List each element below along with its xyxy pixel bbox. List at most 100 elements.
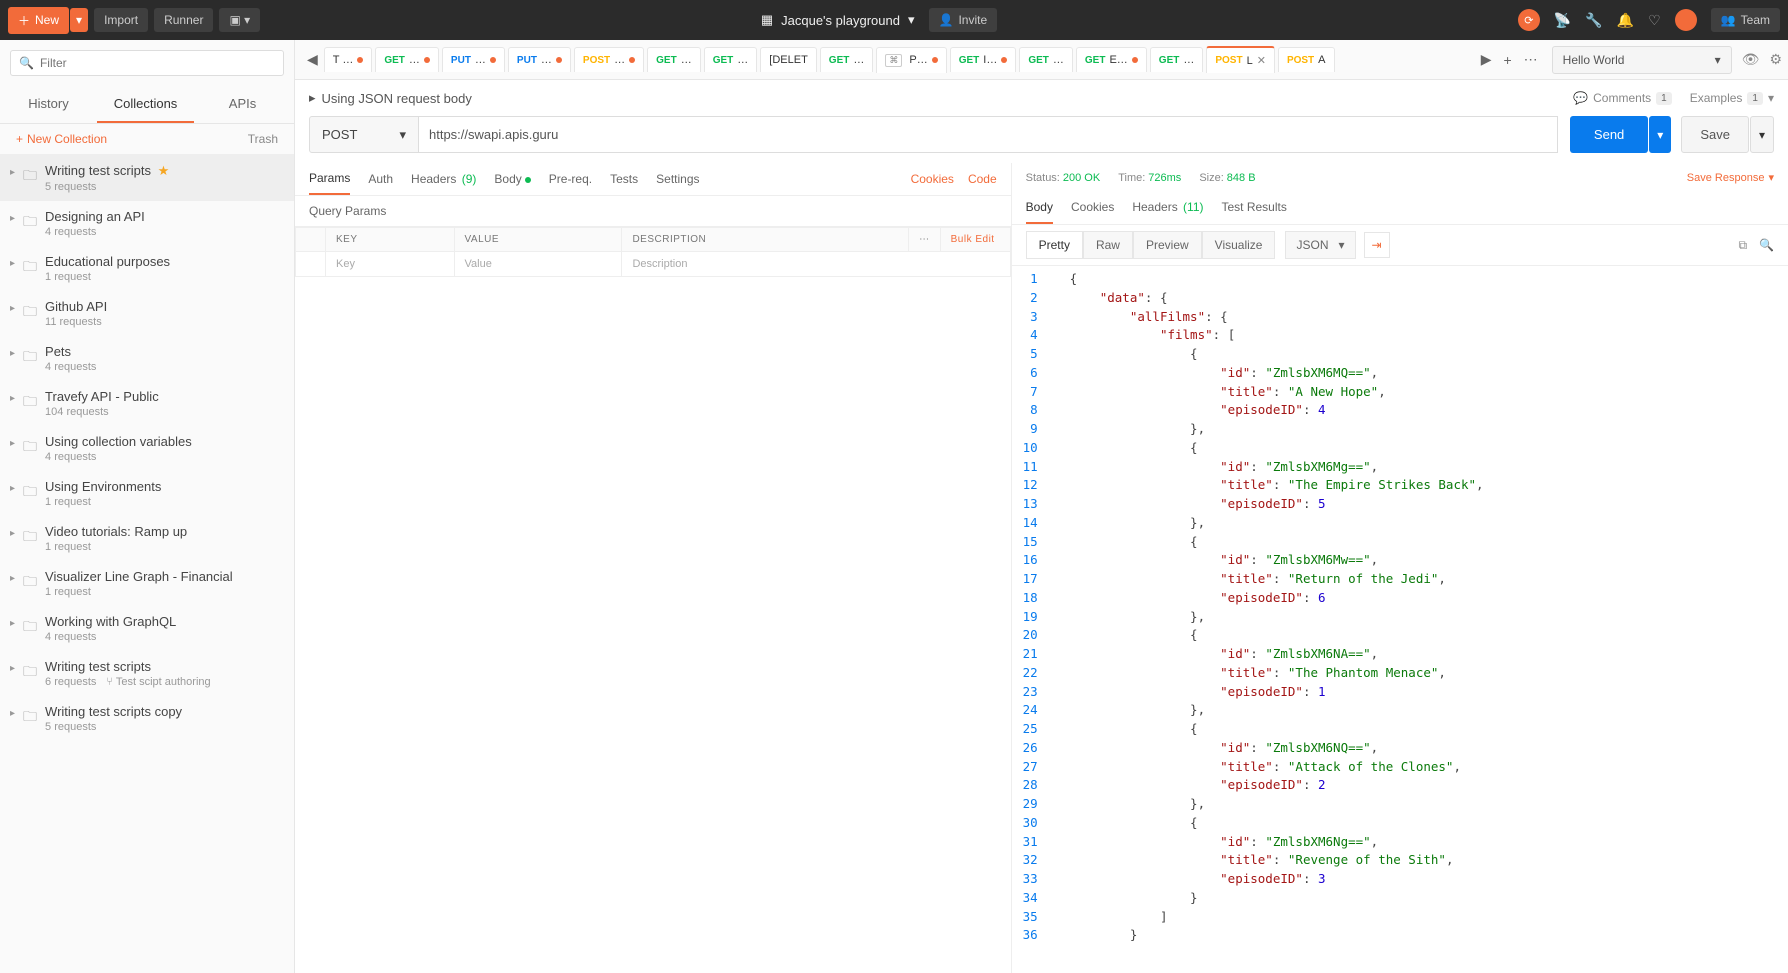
- response-body[interactable]: 1{2 "data": {3 "allFilms": {4 "films": […: [1012, 266, 1788, 973]
- rtab-settings[interactable]: Settings: [656, 164, 699, 194]
- param-value-input[interactable]: Value: [454, 252, 622, 277]
- send-dropdown[interactable]: ▾: [1649, 116, 1671, 153]
- th-more[interactable]: ⋯: [909, 228, 941, 252]
- save-button[interactable]: Save: [1681, 116, 1749, 153]
- save-dropdown[interactable]: ▾: [1750, 116, 1774, 153]
- request-tab[interactable]: GET…: [820, 47, 874, 72]
- resp-tab-body[interactable]: Body: [1026, 192, 1053, 224]
- sync-icon[interactable]: ⟳: [1518, 9, 1540, 31]
- new-collection-button[interactable]: +New Collection: [16, 132, 107, 146]
- rtab-auth[interactable]: Auth: [368, 164, 393, 194]
- environment-selector[interactable]: Hello World ▾: [1552, 46, 1732, 74]
- request-tab[interactable]: POST…: [574, 47, 644, 72]
- view-raw[interactable]: Raw: [1083, 231, 1133, 259]
- view-visualize[interactable]: Visualize: [1202, 231, 1276, 259]
- tab-add[interactable]: +: [1497, 52, 1517, 68]
- view-preview[interactable]: Preview: [1133, 231, 1202, 259]
- team-button[interactable]: 👥Team: [1711, 8, 1780, 32]
- new-button[interactable]: ＋New: [8, 7, 69, 34]
- tab-label: …: [853, 54, 864, 66]
- bulk-edit-link[interactable]: Bulk Edit: [951, 234, 995, 245]
- line-number: 30: [1012, 814, 1052, 833]
- collection-item[interactable]: ▸🗀Github API11 requests: [0, 291, 294, 336]
- tab-history[interactable]: History: [0, 86, 97, 123]
- cookies-link[interactable]: Cookies: [911, 164, 954, 194]
- request-tab[interactable]: GETI…: [950, 47, 1017, 72]
- grid-icon: ▦: [761, 12, 773, 28]
- tab-apis[interactable]: APIs: [194, 86, 291, 123]
- collection-item[interactable]: ▸🗀Writing test scripts6 requests⑂ Test s…: [0, 651, 294, 696]
- request-tab[interactable]: [DELET: [760, 47, 817, 72]
- breadcrumb[interactable]: ▸ Using JSON request body: [309, 90, 472, 106]
- url-input[interactable]: https://swapi.apis.guru: [419, 116, 1558, 153]
- avatar[interactable]: [1675, 9, 1697, 31]
- method-selector[interactable]: POST ▾: [309, 116, 419, 153]
- import-button[interactable]: Import: [94, 8, 148, 32]
- filter-box[interactable]: 🔍: [10, 50, 284, 76]
- search-icon[interactable]: 🔍: [1759, 238, 1774, 253]
- heart-icon[interactable]: ♡: [1648, 12, 1661, 29]
- satellite-icon[interactable]: 📡: [1554, 12, 1571, 29]
- resp-tab-headers[interactable]: Headers (11): [1132, 192, 1203, 224]
- bell-icon[interactable]: 🔔: [1617, 12, 1634, 29]
- examples-button[interactable]: Examples 1 ▾: [1690, 91, 1774, 105]
- close-icon[interactable]: ✕: [1257, 54, 1266, 67]
- collection-item[interactable]: ▸🗀Designing an API4 requests: [0, 201, 294, 246]
- collection-item[interactable]: ▸🗀Visualizer Line Graph - Financial1 req…: [0, 561, 294, 606]
- rtab-prereq[interactable]: Pre-req.: [549, 164, 592, 194]
- filter-input[interactable]: [40, 56, 275, 70]
- request-tab[interactable]: POSTL✕: [1206, 46, 1275, 73]
- collection-item[interactable]: ▸🗀Working with GraphQL4 requests: [0, 606, 294, 651]
- comments-button[interactable]: 💬 Comments 1: [1573, 91, 1672, 105]
- param-desc-input[interactable]: Description: [622, 252, 1010, 277]
- eye-icon[interactable]: 👁: [1742, 51, 1760, 68]
- copy-icon[interactable]: ⧉: [1738, 238, 1747, 253]
- request-tab[interactable]: PUT…: [442, 47, 505, 72]
- collection-item[interactable]: ▸🗀Pets4 requests: [0, 336, 294, 381]
- request-tab[interactable]: GET…: [375, 47, 439, 72]
- collection-item[interactable]: ▸🗀Writing test scripts copy5 requests: [0, 696, 294, 741]
- collection-item[interactable]: ▸🗀Travefy API - Public104 requests: [0, 381, 294, 426]
- tab-more[interactable]: ⋯: [1518, 51, 1544, 68]
- wrench-icon[interactable]: 🔧: [1585, 12, 1602, 29]
- folder-icon: 🗀: [23, 346, 37, 370]
- request-tab[interactable]: GET…: [647, 47, 701, 72]
- collection-item[interactable]: ▸🗀Video tutorials: Ramp up1 request: [0, 516, 294, 561]
- resp-tab-cookies[interactable]: Cookies: [1071, 192, 1114, 224]
- format-selector[interactable]: JSON▾: [1285, 231, 1355, 259]
- request-tab[interactable]: POSTA: [1278, 47, 1335, 72]
- request-tab[interactable]: PUT…: [508, 47, 571, 72]
- rtab-tests[interactable]: Tests: [610, 164, 638, 194]
- collection-item[interactable]: ▸🗀Using Environments1 request: [0, 471, 294, 516]
- tab-collections[interactable]: Collections: [97, 86, 194, 123]
- wrap-icon[interactable]: ⇥: [1364, 232, 1390, 258]
- send-button[interactable]: Send: [1570, 116, 1648, 153]
- request-tab[interactable]: GETE…: [1076, 47, 1147, 72]
- request-tab[interactable]: ⌘P…: [876, 47, 946, 73]
- request-tab[interactable]: GET…: [1019, 47, 1073, 72]
- view-pretty[interactable]: Pretty: [1026, 231, 1083, 259]
- capture-button[interactable]: ▣ ▾: [219, 8, 260, 32]
- request-tab[interactable]: GET…: [1150, 47, 1204, 72]
- workspace-switcher[interactable]: ▦ Jacque's playground ▾: [761, 12, 915, 28]
- collection-item[interactable]: ▸🗀Educational purposes1 request: [0, 246, 294, 291]
- new-dropdown[interactable]: ▾: [70, 8, 88, 32]
- tab-scroll-left[interactable]: ◀: [301, 51, 324, 68]
- collection-item[interactable]: ▸🗀Using collection variables4 requests: [0, 426, 294, 471]
- resp-tab-tests[interactable]: Test Results: [1222, 192, 1287, 224]
- param-key-input[interactable]: Key: [326, 252, 455, 277]
- rtab-body[interactable]: Body: [494, 164, 530, 194]
- gear-icon[interactable]: ⚙: [1769, 51, 1782, 68]
- trash-link[interactable]: Trash: [248, 132, 278, 146]
- rtab-params[interactable]: Params: [309, 163, 350, 195]
- invite-button[interactable]: 👤Invite: [929, 8, 998, 32]
- code-link[interactable]: Code: [968, 164, 997, 194]
- rtab-headers[interactable]: Headers (9): [411, 164, 476, 194]
- request-tab[interactable]: GET…: [704, 47, 758, 72]
- tab-scroll-right[interactable]: ▶: [1475, 51, 1498, 68]
- save-response-button[interactable]: Save Response ▾: [1687, 171, 1774, 184]
- collection-sub: 5 requests: [45, 181, 169, 193]
- request-tab[interactable]: T …: [324, 47, 373, 72]
- runner-button[interactable]: Runner: [154, 8, 213, 32]
- collection-item[interactable]: ▸🗀Writing test scripts ★5 requests: [0, 155, 294, 201]
